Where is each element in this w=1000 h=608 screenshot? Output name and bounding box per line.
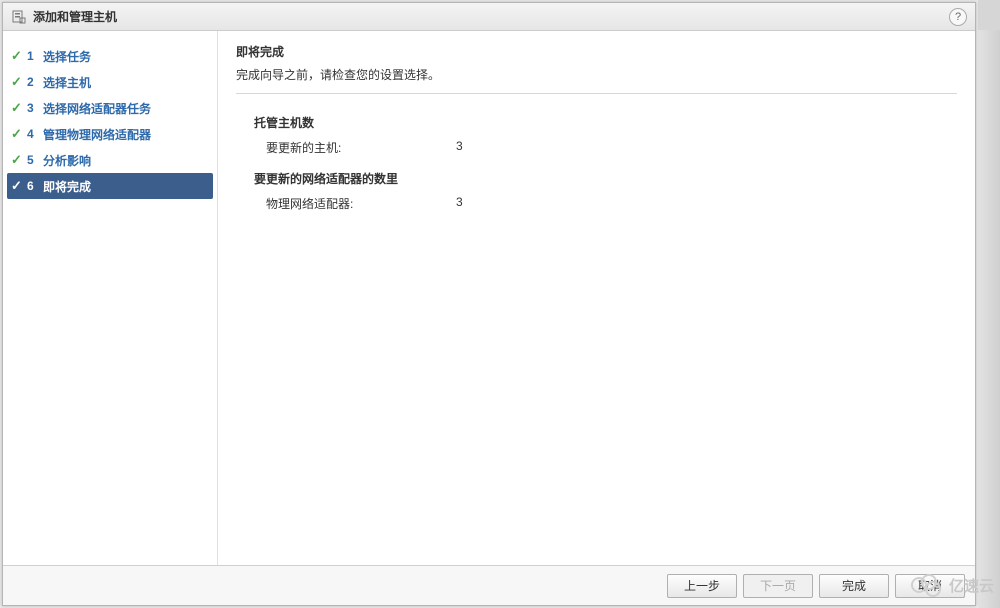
wizard-dialog: 添加和管理主机 ? ✓ 1 选择任务 ✓ 2 选择主机 ✓ 3 选择网络适配器任… xyxy=(2,2,976,606)
help-icon[interactable]: ? xyxy=(949,8,967,26)
step-number: 4 xyxy=(27,127,43,141)
check-icon: ✓ xyxy=(11,74,27,90)
check-icon: ✓ xyxy=(11,152,27,168)
next-button: 下一页 xyxy=(743,574,813,598)
dialog-title: 添加和管理主机 xyxy=(33,8,117,25)
back-button[interactable]: 上一步 xyxy=(667,574,737,598)
step-select-host[interactable]: ✓ 2 选择主机 xyxy=(3,69,217,95)
step-select-task[interactable]: ✓ 1 选择任务 xyxy=(3,43,217,69)
hosts-section: 托管主机数 要更新的主机: 3 xyxy=(254,114,957,156)
dialog-body: ✓ 1 选择任务 ✓ 2 选择主机 ✓ 3 选择网络适配器任务 ✓ 4 管理物理… xyxy=(3,31,975,565)
row-value: 3 xyxy=(456,195,463,212)
titlebar: 添加和管理主机 ? xyxy=(3,3,975,31)
row-label: 要更新的主机: xyxy=(266,139,456,156)
step-label: 选择网络适配器任务 xyxy=(43,100,151,117)
adapters-section-header: 要更新的网络适配器的数里 xyxy=(254,170,957,187)
hosts-section-header: 托管主机数 xyxy=(254,114,957,131)
step-analyze-impact[interactable]: ✓ 5 分析影响 xyxy=(3,147,217,173)
step-number: 2 xyxy=(27,75,43,89)
wizard-content: 即将完成 完成向导之前，请检查您的设置选择。 托管主机数 要更新的主机: 3 要… xyxy=(217,31,975,565)
check-icon: ✓ xyxy=(11,178,27,194)
scrollbar-track[interactable] xyxy=(978,30,1000,608)
physical-adapters-row: 物理网络适配器: 3 xyxy=(266,195,957,212)
content-title: 即将完成 xyxy=(236,43,957,60)
wizard-footer: 上一步 下一页 完成 取消 xyxy=(3,565,975,605)
step-number: 6 xyxy=(27,179,43,193)
step-label: 即将完成 xyxy=(43,178,91,195)
check-icon: ✓ xyxy=(11,100,27,116)
check-icon: ✓ xyxy=(11,126,27,142)
wizard-sidebar: ✓ 1 选择任务 ✓ 2 选择主机 ✓ 3 选择网络适配器任务 ✓ 4 管理物理… xyxy=(3,31,217,565)
content-subtitle: 完成向导之前，请检查您的设置选择。 xyxy=(236,66,957,83)
hosts-to-update-row: 要更新的主机: 3 xyxy=(266,139,957,156)
adapters-section: 要更新的网络适配器的数里 物理网络适配器: 3 xyxy=(254,170,957,212)
finish-button[interactable]: 完成 xyxy=(819,574,889,598)
step-number: 3 xyxy=(27,101,43,115)
row-label: 物理网络适配器: xyxy=(266,195,456,212)
step-number: 5 xyxy=(27,153,43,167)
cancel-button[interactable]: 取消 xyxy=(895,574,965,598)
host-icon xyxy=(11,9,27,25)
step-label: 选择主机 xyxy=(43,74,91,91)
row-value: 3 xyxy=(456,139,463,156)
divider xyxy=(236,93,957,94)
step-select-adapter-task[interactable]: ✓ 3 选择网络适配器任务 xyxy=(3,95,217,121)
step-ready-to-complete[interactable]: ✓ 6 即将完成 xyxy=(7,173,213,199)
step-label: 分析影响 xyxy=(43,152,91,169)
check-icon: ✓ xyxy=(11,48,27,64)
step-label: 选择任务 xyxy=(43,48,91,65)
background-strip xyxy=(978,0,1000,608)
step-manage-physical-adapter[interactable]: ✓ 4 管理物理网络适配器 xyxy=(3,121,217,147)
step-number: 1 xyxy=(27,49,43,63)
step-label: 管理物理网络适配器 xyxy=(43,126,151,143)
